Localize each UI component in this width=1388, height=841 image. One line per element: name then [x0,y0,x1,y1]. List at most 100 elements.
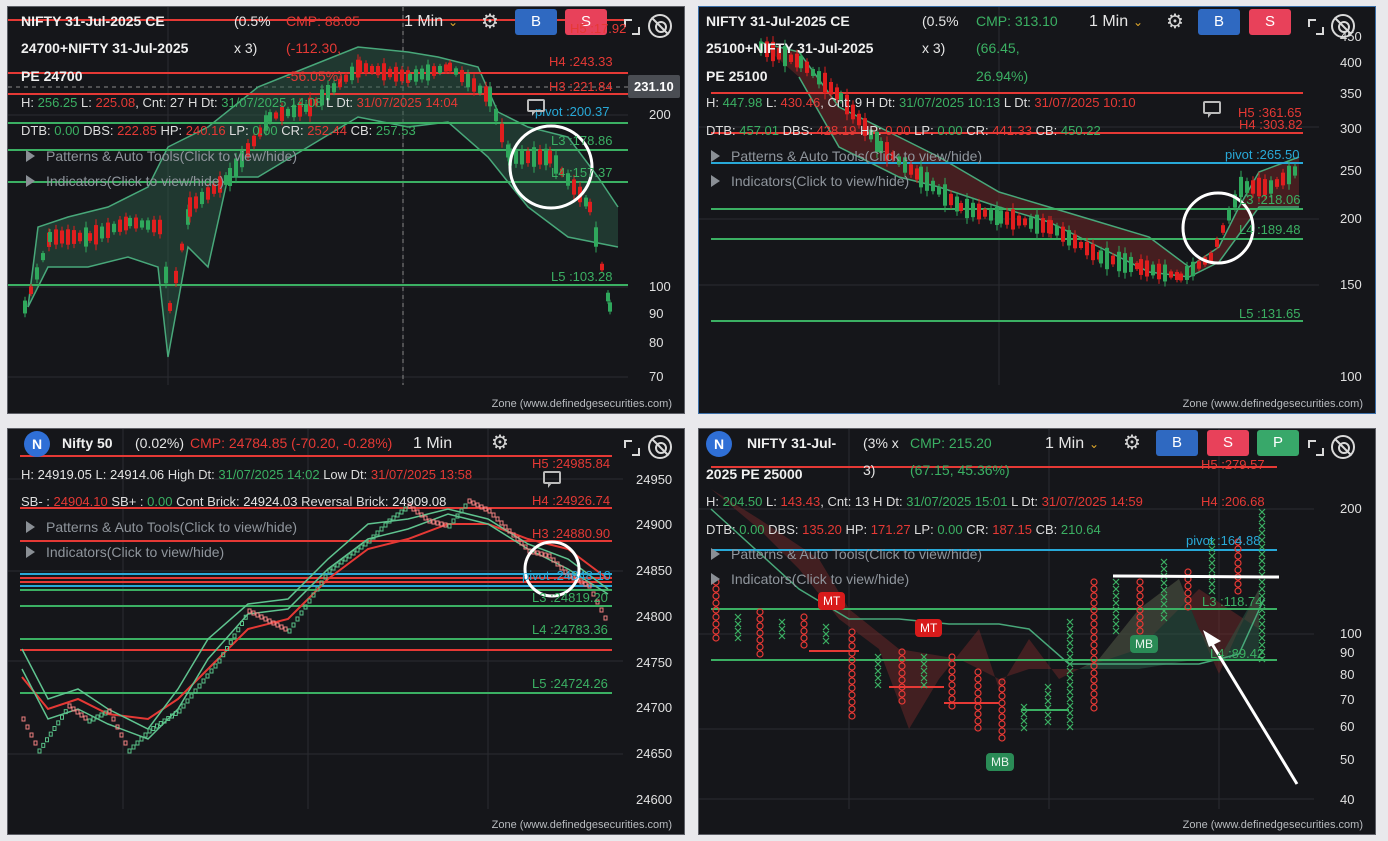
candle [460,69,464,83]
pnf-x-mark [1160,558,1168,566]
comment-icon[interactable] [1203,101,1221,118]
pnf-x-mark [822,623,830,631]
renko-brick [267,618,272,624]
pnf-o-mark [848,663,856,671]
candle [358,60,362,74]
renko-brick [29,732,34,738]
candle [88,233,92,241]
pnf-o-mark [1090,620,1098,628]
timeframe-select[interactable]: 1 Min ⌄ [1081,9,1147,35]
buy-button[interactable]: B [1156,430,1198,456]
level-l5: L5 :103.28 [551,269,613,284]
gear-icon[interactable]: ⚙ [1123,433,1141,453]
pnf-x-mark [778,625,786,633]
pnf-o-mark [974,724,982,732]
buy-button[interactable]: B [515,9,557,35]
level-h5: H5 :24985.84 [532,456,611,471]
chart-panel-3[interactable]: N Nifty 50 (0.02%) CMP: 24784.85 (-70.20… [7,428,685,835]
ratio-text-2: 3) [863,462,876,478]
chart-panel-4[interactable]: N NIFTY 31-Jul- 2025 PE 25000 (3% x 3) C… [698,428,1376,835]
no-eye-icon[interactable] [648,435,672,459]
pnf-x-mark [1044,718,1052,726]
renko-brick [491,512,496,518]
renko-brick [56,720,61,726]
renko-brick [283,626,288,632]
y-tick: 200 [649,107,671,122]
ratio-text: (0.5% [234,13,271,29]
pnf-o-mark [998,713,1006,721]
renko-brick [201,678,206,684]
pnf-o-mark [974,717,982,725]
renko-brick [275,622,280,628]
pnf-x-mark [1066,625,1074,633]
chart-panel-2[interactable]: NIFTY 31-Jul-2025 CE 25100+NIFTY 31-Jul-… [698,6,1376,414]
candle [1091,244,1095,261]
pnf-o-mark [848,642,856,650]
renko-brick [177,708,182,714]
pattern-badge-mt[interactable]: MT [915,619,943,637]
indicators-toggle[interactable]: Indicators(Click to view/hide) [26,172,224,190]
pattern-badge-mb[interactable]: MB [986,753,1014,771]
candle [955,196,959,212]
paper-trade-button[interactable]: P [1257,430,1299,456]
renko-brick [363,541,368,547]
renko-brick [307,598,312,604]
timeframe-select[interactable]: 1 Min [405,431,465,457]
pnf-o-mark [948,667,956,675]
gear-icon[interactable]: ⚙ [1166,12,1184,32]
candle [526,150,530,164]
indicators-toggle[interactable]: Indicators(Click to view/hide) [26,543,224,561]
renko-brick [209,668,214,674]
chart-panel-1[interactable]: NIFTY 31-Jul-2025 CE 24700+NIFTY 31-Jul-… [7,6,685,414]
pattern-badge-mb[interactable]: MB [1130,635,1158,653]
level-h4: H4 :303.82 [1239,117,1303,132]
renko-brick [299,610,304,616]
candle [268,112,272,122]
candle [35,267,39,280]
pnf-x-mark [1066,618,1074,626]
comment-icon[interactable] [527,99,545,116]
pnf-x-mark [1160,579,1168,587]
level-pivot: pivot :200.37 [535,104,610,119]
candle [478,85,482,94]
gear-icon[interactable]: ⚙ [481,12,499,32]
patterns-toggle[interactable]: Patterns & Auto Tools(Click to view/hide… [26,518,297,536]
zone-watermark: Zone (www.definedgesecurities.com) [1182,819,1363,831]
expand-icon[interactable] [624,19,640,35]
pattern-badge-mt[interactable]: MT [818,592,846,610]
point-figure-chart[interactable] [699,429,1376,835]
candle [965,198,969,219]
sell-button[interactable]: S [1249,9,1291,35]
candle [180,243,184,251]
comment-icon[interactable] [543,471,561,488]
no-eye-icon[interactable] [648,14,672,38]
pnf-o-mark [800,613,808,621]
patterns-toggle[interactable]: Patterns & Auto Tools(Click to view/hide… [26,147,297,165]
pnf-o-mark [712,599,720,607]
renko-brick [181,703,186,709]
no-eye-icon[interactable] [1331,435,1355,459]
pnf-o-mark [712,634,720,642]
patterns-toggle[interactable]: Patterns & Auto Tools(Click to view/hide… [711,545,982,563]
indicators-toggle[interactable]: Indicators(Click to view/hide) [711,172,909,190]
level-h3: H3 :24880.90 [532,526,611,541]
candle [72,230,76,244]
candle [925,172,929,191]
indicators-toggle[interactable]: Indicators(Click to view/hide) [711,570,909,588]
buy-button[interactable]: B [1198,9,1240,35]
pnf-x-mark [1066,646,1074,654]
candle [54,229,58,245]
timeframe-select[interactable]: 1 Min ⌄ [1037,431,1103,457]
expand-icon[interactable] [1308,19,1324,35]
sell-button[interactable]: S [1207,430,1249,456]
expand-icon[interactable] [624,440,640,456]
gear-icon[interactable]: ⚙ [491,433,509,453]
pnf-o-mark [800,620,808,628]
expand-icon[interactable] [1308,440,1324,456]
patterns-toggle[interactable]: Patterns & Auto Tools(Click to view/hide… [711,147,982,165]
price-chart[interactable] [699,7,1376,414]
level-pivot: pivot :265.50 [1225,147,1300,162]
timeframe-select[interactable]: 1 Min ⌄ [396,9,462,35]
pnf-x-mark [1258,634,1266,642]
pnf-o-mark [998,699,1006,707]
